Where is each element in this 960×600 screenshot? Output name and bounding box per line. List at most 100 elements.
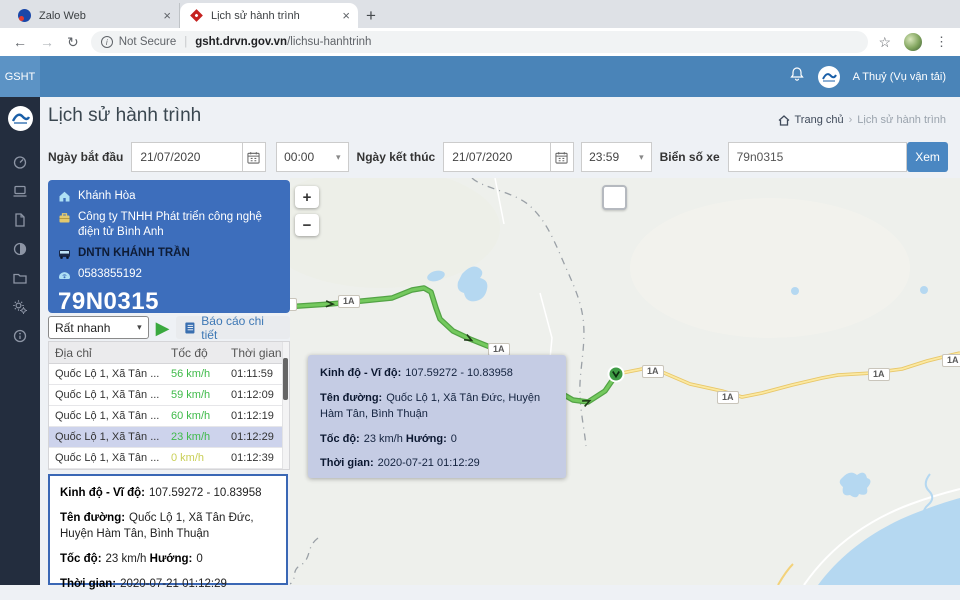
map-layer-button[interactable] xyxy=(602,185,627,210)
playback-speed-value: Rất nhanh xyxy=(55,320,111,335)
sea-area xyxy=(818,498,960,585)
browser-profile-avatar[interactable] xyxy=(904,33,922,51)
row-address: Quốc Lộ 1, Xã Tân ... xyxy=(55,452,160,464)
table-row-selected[interactable]: Quốc Lộ 1, Xã Tân ... 23 km/h 01:12:29 xyxy=(49,427,289,448)
company-icon xyxy=(59,213,70,223)
sidebar-item-settings-icon[interactable] xyxy=(0,292,40,321)
close-tab-icon[interactable]: × xyxy=(163,8,171,23)
not-secure-label: Not Secure xyxy=(118,36,177,48)
road-sign-1a: 1A xyxy=(717,391,739,404)
report-book-icon xyxy=(185,322,195,333)
speed-label: Tốc độ: xyxy=(320,432,360,445)
detailed-report-button[interactable]: Báo cáo chi tiết xyxy=(176,314,290,342)
end-date-input[interactable]: 21/07/2020 xyxy=(443,142,551,172)
sidebar-item-folder-icon[interactable] xyxy=(0,263,40,292)
end-time-select[interactable]: 23:59 ▾ xyxy=(581,142,652,172)
start-time-select[interactable]: 00:00 ▾ xyxy=(276,142,349,172)
brand-logo[interactable]: GSHT xyxy=(0,56,40,97)
table-row[interactable]: Quốc Lộ 1, Xã Tân ... 56 km/h 01:11:59 xyxy=(49,364,289,385)
province-icon xyxy=(59,191,70,202)
sidebar-item-monitor-icon[interactable] xyxy=(0,176,40,205)
playback-controls: Rất nhanh ▾ ▶ Báo cáo chi tiết xyxy=(48,314,290,342)
reload-icon[interactable]: ↻ xyxy=(67,34,79,51)
row-time: 01:12:19 xyxy=(231,410,274,422)
vehicle-phone: 0583855192 xyxy=(78,267,142,280)
heading-label: Hướng: xyxy=(405,432,447,445)
table-row[interactable]: Quốc Lộ 1, Xã Tân ... 60 km/h 01:12:19 xyxy=(49,406,289,427)
breadcrumb-home[interactable]: Trang chủ xyxy=(795,114,844,126)
user-avatar[interactable] xyxy=(817,65,840,88)
table-scrollbar[interactable] xyxy=(282,342,289,469)
playback-speed-select[interactable]: Rất nhanh ▾ xyxy=(48,316,149,339)
url-divider: | xyxy=(184,36,188,48)
back-icon[interactable]: ← xyxy=(13,34,27,50)
address-bar[interactable]: i Not Secure | gsht.drvn.gov.vn /lichsu-… xyxy=(90,31,869,53)
row-time: 01:12:09 xyxy=(231,389,274,401)
view-button[interactable]: Xem xyxy=(907,142,948,172)
row-address: Quốc Lộ 1, Xã Tân ... xyxy=(55,368,160,380)
close-tab-icon[interactable]: × xyxy=(342,8,350,23)
vehicle-marker[interactable] xyxy=(607,365,625,383)
road-sign-1a: 1A xyxy=(338,295,360,308)
phone-icon xyxy=(59,271,70,279)
page-title: Lịch sử hành trình xyxy=(48,105,202,126)
coords-value: 107.59272 - 10.83958 xyxy=(405,367,513,379)
tab-label: Lịch sử hành trình xyxy=(211,9,300,22)
play-button[interactable]: ▶ xyxy=(156,319,170,337)
plate-input[interactable]: 79n0315 xyxy=(727,142,908,172)
zoom-out-button[interactable]: − xyxy=(295,214,319,236)
table-header: Địa chỉ Tốc độ Thời gian xyxy=(49,342,289,364)
row-address: Quốc Lộ 1, Xã Tân ... xyxy=(55,389,160,401)
start-calendar-icon[interactable] xyxy=(242,142,267,172)
tab-lich-su-hanh-trinh[interactable]: Lịch sử hành trình × xyxy=(180,3,358,28)
zalo-favicon-icon xyxy=(18,9,31,22)
table-row[interactable]: Quốc Lộ 1, Xã Tân ... 59 km/h 01:12:09 xyxy=(49,385,289,406)
vehicle-owner: DNTN KHÁNH TRẦN xyxy=(78,246,190,259)
browser-tab-strip: Zalo Web × Lịch sử hành trình × + xyxy=(0,0,960,28)
scrollbar-thumb[interactable] xyxy=(283,358,288,400)
browser-toolbar: ← → ↻ i Not Secure | gsht.drvn.gov.vn /l… xyxy=(0,28,960,56)
site-info-icon[interactable]: i xyxy=(100,36,113,48)
map-canvas[interactable]: 1A 1A 1A 1A 1A 1A + − Kinh độ - Vĩ độ: 10… xyxy=(290,178,960,585)
sidebar-nav xyxy=(0,97,40,585)
map-zoom-control: + − xyxy=(295,186,319,242)
new-tab-button[interactable]: + xyxy=(358,3,384,28)
tab-label: Zalo Web xyxy=(39,9,86,22)
col-speed: Tốc độ xyxy=(171,345,208,360)
forward-icon[interactable]: → xyxy=(40,34,54,50)
breadcrumb-separator: › xyxy=(848,114,853,126)
row-speed: 0 km/h xyxy=(171,452,205,464)
lake xyxy=(839,472,871,498)
speed-value: 23 km/h xyxy=(363,432,403,445)
row-address: Quốc Lộ 1, Xã Tân ... xyxy=(55,431,160,443)
sidebar-item-contrast-icon[interactable] xyxy=(0,234,40,263)
gsht-favicon-icon xyxy=(190,9,203,22)
user-name[interactable]: A Thuỷ (Vụ vận tải) xyxy=(853,71,946,83)
table-row[interactable]: Quốc Lộ 1, Xã Tân ... 0 km/h 01:12:39 xyxy=(49,448,289,469)
tab-zalo-web[interactable]: Zalo Web × xyxy=(8,3,180,28)
row-speed: 23 km/h xyxy=(171,431,211,443)
bookmark-star-icon[interactable]: ☆ xyxy=(878,34,891,51)
zoom-in-button[interactable]: + xyxy=(295,186,319,208)
url-domain: gsht.drvn.gov.vn xyxy=(195,36,288,48)
row-speed: 60 km/h xyxy=(171,410,211,422)
col-address: Địa chỉ xyxy=(55,345,92,360)
sidebar-item-report-icon[interactable] xyxy=(0,205,40,234)
coords-value: 107.59272 - 10.83958 xyxy=(148,487,262,499)
breadcrumb: Trang chủ › Lịch sử hành trình xyxy=(778,114,946,126)
road-sign-1a: 1A xyxy=(642,365,664,378)
col-time: Thời gian xyxy=(231,345,282,360)
start-date-input[interactable]: 21/07/2020 xyxy=(131,142,243,172)
sidebar-item-dashboard-icon[interactable] xyxy=(0,147,40,176)
sidebar-item-info-icon[interactable] xyxy=(0,321,40,350)
vehicle-icon xyxy=(59,249,70,259)
coords-label: Kinh độ - Vĩ độ: xyxy=(320,367,402,379)
road-sign xyxy=(290,298,297,311)
row-time: 01:11:59 xyxy=(231,368,274,380)
end-calendar-icon[interactable] xyxy=(550,142,575,172)
track-points-table: Địa chỉ Tốc độ Thời gian Quốc Lộ 1, Xã T… xyxy=(48,341,290,470)
vehicle-province: Khánh Hòa xyxy=(78,190,136,202)
browser-menu-icon[interactable]: ⋮ xyxy=(935,34,948,50)
heading-value: 0 xyxy=(196,553,203,566)
notification-bell-icon[interactable] xyxy=(789,66,805,87)
